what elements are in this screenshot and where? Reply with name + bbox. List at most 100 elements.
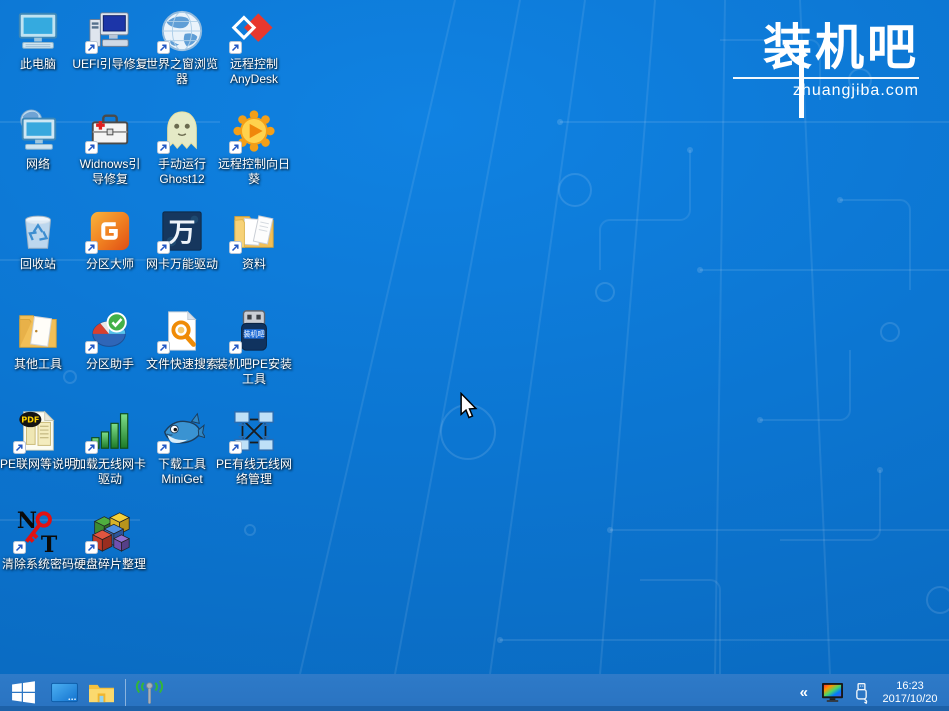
file-explorer-icon (87, 681, 116, 704)
brand-logo-text: 装机吧 (733, 20, 919, 76)
tray-button-display-tray[interactable] (821, 676, 844, 709)
partition-pie-icon (87, 308, 133, 354)
desktop-taskbar-icon (50, 681, 79, 704)
clock-date: 2017/10/20 (879, 693, 941, 706)
recycle-bin-icon (15, 208, 61, 254)
taskbar-clock[interactable]: 16:23 2017/10/20 (879, 680, 941, 706)
tray-button-usb-tray[interactable] (853, 676, 870, 709)
desktop-icon-file-search[interactable]: 文件快速搜索 (146, 308, 218, 408)
shortcut-arrow-icon (229, 341, 242, 354)
desktop-icon-recycle-bin[interactable]: 回收站 (2, 208, 74, 308)
desktop-icon-wan-driver[interactable]: 万网卡万能驱动 (146, 208, 218, 308)
taskbar-button-desktop-taskbar[interactable] (46, 676, 83, 709)
desktop-icon-label: 装机吧PE安装 工具 (209, 357, 299, 387)
shortcut-arrow-icon (229, 241, 242, 254)
svg-text:万: 万 (169, 218, 196, 249)
network-topology-icon (231, 408, 277, 454)
folder-icon (15, 308, 61, 354)
desktop-icon-pdf-doc[interactable]: PDFPE联网等说明 (2, 408, 74, 508)
desktop-icon-usb-drive[interactable]: 装机吧装机吧PE安装 工具 (218, 308, 290, 408)
start-icon (10, 679, 37, 706)
usb-drive-icon: 装机吧 (231, 308, 277, 354)
desktop-icon-anydesk[interactable]: 远程控制 AnyDesk (218, 8, 290, 108)
desktop-icon-defrag-cubes[interactable]: 硬盘碎片整理 (74, 508, 146, 608)
taskbar-left-group (0, 676, 168, 709)
shortcut-arrow-icon (157, 141, 170, 154)
shortcut-arrow-icon (13, 541, 26, 554)
desktop-icon-label: PE有线无线网 络管理 (209, 457, 299, 487)
desktop-icon-shark[interactable]: 下载工具 MiniGet (146, 408, 218, 508)
shortcut-arrow-icon (85, 441, 98, 454)
svg-text:装机吧: 装机吧 (243, 329, 265, 338)
docs-folder-icon (231, 208, 277, 254)
taskbar-button-file-explorer[interactable] (83, 676, 120, 709)
wan-driver-icon: 万 (159, 208, 205, 254)
shortcut-arrow-icon (157, 441, 170, 454)
desktop-icon-label: 资料 (209, 257, 299, 272)
tray-icons (821, 676, 870, 709)
toolbox-repair-icon (87, 108, 133, 154)
this-pc-icon (15, 8, 61, 54)
shortcut-arrow-icon (157, 341, 170, 354)
desktop-icon-label: 远程控制向日 葵 (209, 157, 299, 187)
taskbar-separator (125, 679, 126, 706)
brand-logo-domain: zhuangjiba.com (733, 82, 919, 100)
tray-expand-button[interactable]: « (796, 676, 812, 709)
defrag-cubes-icon (87, 508, 133, 554)
shortcut-arrow-icon (85, 541, 98, 554)
desktop-icon-browser-globe[interactable]: 世界之窗浏览 器 (146, 8, 218, 108)
shortcut-arrow-icon (13, 441, 26, 454)
wireless-antenna-icon (133, 680, 166, 706)
shortcut-arrow-icon (85, 41, 98, 54)
clock-time: 16:23 (879, 680, 941, 693)
browser-globe-icon (159, 8, 205, 54)
desktop-icon-partition-pie[interactable]: 分区助手 (74, 308, 146, 408)
anydesk-icon (231, 8, 277, 54)
shortcut-arrow-icon (85, 241, 98, 254)
file-search-icon (159, 308, 205, 354)
nt-key-icon: NT (15, 508, 61, 554)
desktop-icon-toolbox-repair[interactable]: Widnows引 导修复 (74, 108, 146, 208)
desktop-icon-docs-folder[interactable]: 资料 (218, 208, 290, 308)
start-button[interactable] (0, 676, 46, 709)
sunflower-icon (231, 108, 277, 154)
brand-logo: 装机吧 zhuangjiba.com (733, 20, 919, 100)
svg-text:T: T (41, 532, 58, 554)
desktop-icon-label: 硬盘碎片整理 (65, 557, 155, 572)
desktop-icon-nt-key[interactable]: NT清除系统密码 (2, 508, 74, 608)
usb-tray-icon (853, 682, 870, 704)
shortcut-arrow-icon (229, 141, 242, 154)
signal-bars-icon (87, 408, 133, 454)
system-tray: « 16:23 2017/10/20 (796, 676, 949, 709)
desktop-icon-sunflower[interactable]: 远程控制向日 葵 (218, 108, 290, 208)
shortcut-arrow-icon (229, 441, 242, 454)
pdf-doc-icon: PDF (15, 408, 61, 454)
taskbar-button-wireless-antenna[interactable] (131, 676, 168, 709)
uefi-repair-icon (87, 8, 133, 54)
brand-logo-stroke (799, 42, 804, 118)
taskbar: « 16:23 2017/10/20 (0, 674, 949, 711)
shortcut-arrow-icon (157, 241, 170, 254)
shortcut-arrow-icon (85, 141, 98, 154)
diskgenius-icon (87, 208, 133, 254)
desktop-icon-grid: 此电脑UEFI引导修复世界之窗浏览 器远程控制 AnyDesk 网络Widnows… (2, 8, 290, 608)
network-icon (15, 108, 61, 154)
desktop-icon-this-pc[interactable]: 此电脑 (2, 8, 74, 108)
desktop-icon-folder[interactable]: 其他工具 (2, 308, 74, 408)
desktop-icon-network-topology[interactable]: PE有线无线网 络管理 (218, 408, 290, 508)
svg-text:PDF: PDF (21, 414, 39, 424)
desktop-icon-signal-bars[interactable]: 加载无线网卡 驱动 (74, 408, 146, 508)
shortcut-arrow-icon (85, 341, 98, 354)
shark-icon (159, 408, 205, 454)
mouse-cursor (459, 392, 478, 420)
ghost-icon (159, 108, 205, 154)
desktop-icon-uefi-repair[interactable]: UEFI引导修复 (74, 8, 146, 108)
desktop-icon-network[interactable]: 网络 (2, 108, 74, 208)
shortcut-arrow-icon (229, 41, 242, 54)
shortcut-arrow-icon (157, 41, 170, 54)
desktop: 装机吧 zhuangjiba.com 此电脑UEFI引导修复世界之窗浏览 器远程… (0, 0, 949, 674)
desktop-icon-ghost[interactable]: 手动运行 Ghost12 (146, 108, 218, 208)
desktop-icon-diskgenius[interactable]: 分区大师 (74, 208, 146, 308)
desktop-icon-label: 远程控制 AnyDesk (209, 57, 299, 87)
display-tray-icon (821, 682, 844, 703)
